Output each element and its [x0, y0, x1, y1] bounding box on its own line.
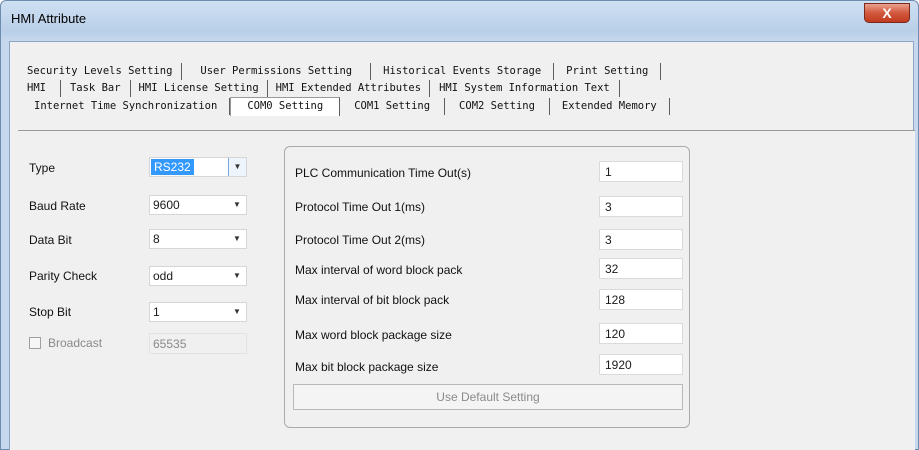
max-word-package-input[interactable]: 120 [599, 323, 683, 344]
max-word-interval-label: Max interval of word block pack [295, 263, 463, 277]
tab-hmi-system-information-text[interactable]: HMI System Information Text [430, 80, 620, 97]
parity-check-select[interactable]: odd ▼ [149, 266, 247, 286]
plc-timeout-input[interactable]: 1 [599, 161, 683, 182]
data-bit-label: Data Bit [29, 233, 72, 247]
plc-timeout-value: 1 [605, 165, 612, 179]
tab-com2-setting[interactable]: COM2 Setting [445, 98, 550, 115]
tab-hmi[interactable]: HMI [18, 80, 61, 97]
broadcast-label: Broadcast [48, 336, 103, 350]
max-word-package-value: 120 [605, 327, 626, 341]
baud-rate-label: Baud Rate [29, 199, 86, 213]
tab-task-bar[interactable]: Task Bar [60, 80, 131, 97]
max-word-interval-value: 32 [605, 262, 619, 276]
max-bit-package-label: Max bit block package size [295, 360, 439, 374]
max-bit-interval-input[interactable]: 128 [599, 289, 683, 310]
max-bit-package-value: 1920 [605, 358, 632, 372]
max-bit-interval-value: 128 [605, 293, 626, 307]
max-word-interval-input[interactable]: 32 [599, 258, 683, 279]
protocol-timeout-2-input[interactable]: 3 [599, 229, 683, 250]
tab-hmi-extended-attributes[interactable]: HMI Extended Attributes [267, 80, 431, 97]
plc-communication-group: PLC Communication Time Out(s) 1 Protocol… [284, 146, 690, 428]
max-bit-package-input[interactable]: 1920 [599, 354, 683, 375]
tab-extended-memory[interactable]: Extended Memory [549, 98, 670, 115]
title-bar: HMI Attribute X [1, 1, 918, 35]
chevron-down-icon[interactable]: ▼ [228, 267, 246, 285]
protocol-timeout-1-input[interactable]: 3 [599, 196, 683, 217]
baud-rate-select[interactable]: 9600 ▼ [149, 195, 247, 215]
tab-com1-setting[interactable]: COM1 Setting [340, 98, 446, 115]
protocol-timeout-2-label: Protocol Time Out 2(ms) [295, 233, 426, 247]
type-label: Type [29, 161, 56, 175]
tab-print-setting[interactable]: Print Setting [554, 63, 662, 80]
broadcast-value: 65535 [153, 337, 187, 351]
type-select[interactable]: RS232 ▼ [149, 157, 247, 177]
chevron-down-icon[interactable]: ▼ [228, 303, 246, 321]
type-value: RS232 [151, 159, 194, 175]
tab-row-2: HMI Task Bar HMI License Setting HMI Ext… [18, 80, 620, 97]
tab-row-1: Security Levels Setting User Permissions… [18, 63, 662, 80]
tab-historical-events-storage[interactable]: Historical Events Storage [371, 63, 555, 80]
tab-security-levels-setting[interactable]: Security Levels Setting [18, 63, 183, 80]
close-button[interactable]: X [864, 3, 910, 23]
protocol-timeout-1-value: 3 [605, 200, 612, 214]
stop-bit-label: Stop Bit [29, 305, 72, 319]
window-title: HMI Attribute [11, 11, 87, 26]
max-word-package-label: Max word block package size [295, 328, 452, 342]
tab-internet-time-synchronization[interactable]: Internet Time Synchronization [18, 98, 231, 115]
protocol-timeout-2-value: 3 [605, 233, 612, 247]
tab-com0-setting[interactable]: COM0 Setting [230, 97, 341, 116]
chevron-down-icon[interactable]: ▼ [228, 230, 246, 248]
max-bit-interval-label: Max interval of bit block pack [295, 293, 450, 307]
data-bit-value: 8 [153, 232, 160, 246]
baud-rate-value: 9600 [153, 198, 180, 212]
tab-hmi-license-setting[interactable]: HMI License Setting [130, 80, 268, 97]
parity-check-label: Parity Check [29, 269, 98, 283]
chevron-down-icon[interactable]: ▼ [228, 196, 246, 214]
data-bit-select[interactable]: 8 ▼ [149, 229, 247, 249]
tab-row-3: Internet Time Synchronization COM0 Setti… [18, 97, 670, 116]
tab-user-permissions-setting[interactable]: User Permissions Setting [182, 63, 372, 80]
stop-bit-select[interactable]: 1 ▼ [149, 302, 247, 322]
broadcast-field: 65535 [149, 333, 247, 354]
parity-check-value: odd [153, 269, 174, 283]
chevron-down-icon[interactable]: ▼ [228, 158, 246, 176]
plc-timeout-label: PLC Communication Time Out(s) [295, 166, 472, 180]
hmi-attribute-window: HMI Attribute X Security Levels Setting … [0, 0, 919, 450]
use-default-setting-button[interactable]: Use Default Setting [293, 384, 683, 410]
broadcast-checkbox[interactable] [29, 337, 41, 349]
stop-bit-value: 1 [153, 305, 160, 319]
protocol-timeout-1-label: Protocol Time Out 1(ms) [295, 200, 426, 214]
